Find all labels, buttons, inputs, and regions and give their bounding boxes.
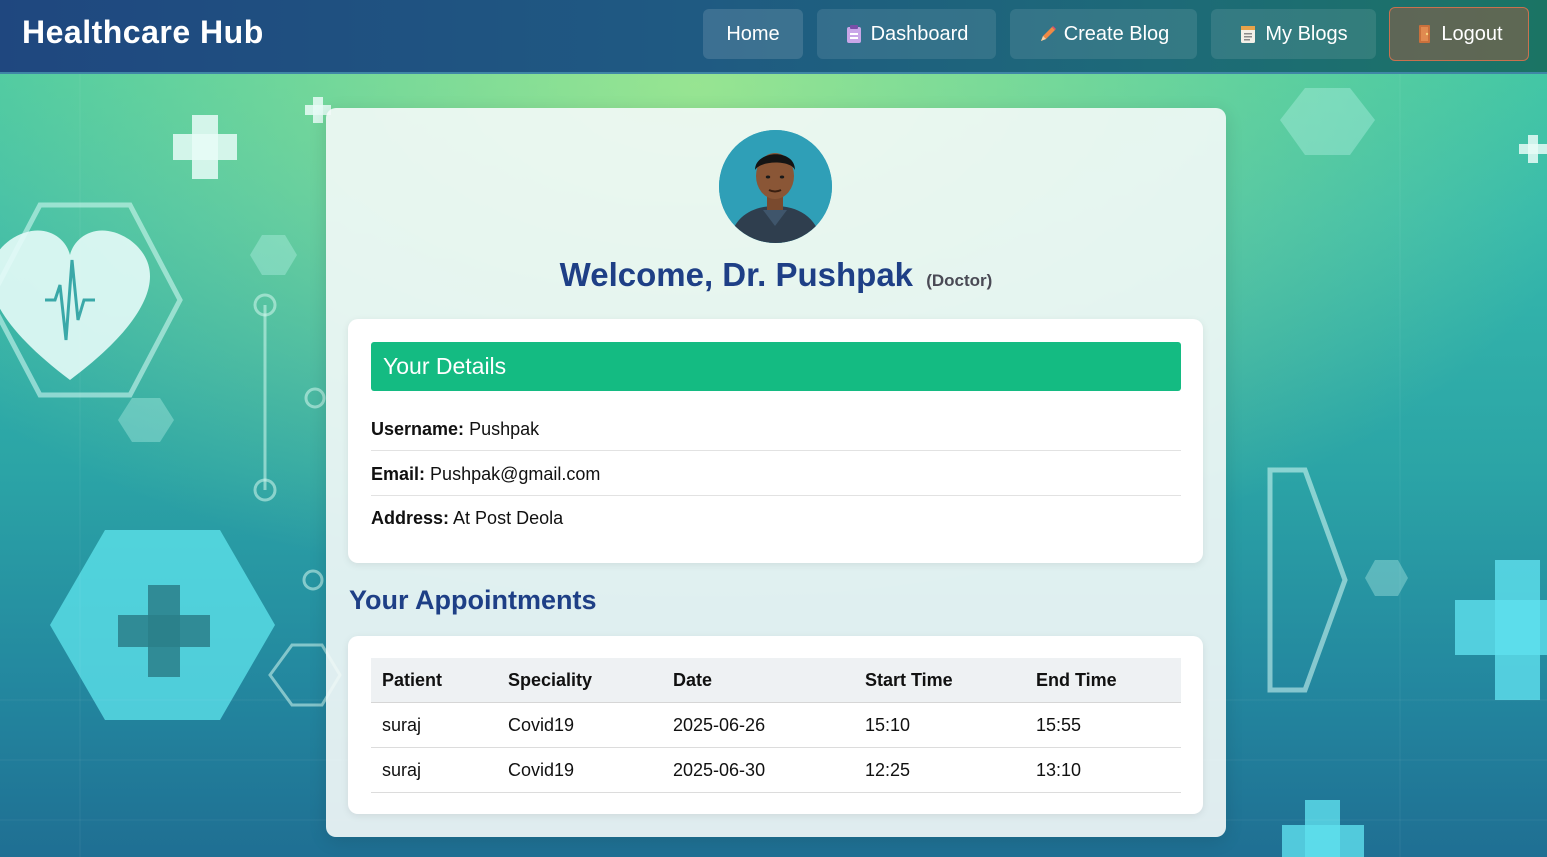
column-header: End Time — [1025, 658, 1181, 703]
table-cell: 15:55 — [1025, 702, 1181, 748]
detail-row-address: Address: At Post Deola — [371, 496, 1181, 540]
table-cell: 15:10 — [854, 702, 1025, 748]
appointments-table: Patient Speciality Date Start Time End T… — [371, 658, 1181, 793]
nav-home-label: Home — [726, 22, 780, 45]
nav-dashboard-button[interactable]: Dashboard — [817, 9, 996, 59]
logout-label: Logout — [1441, 22, 1503, 45]
detail-label: Address: — [371, 508, 450, 528]
details-panel: Your Details Username: Pushpak Email: Pu… — [348, 319, 1203, 563]
column-header: Date — [662, 658, 854, 703]
column-header: Speciality — [497, 658, 662, 703]
profile-card: Welcome, Dr. Pushpak (Doctor) Your Detai… — [326, 108, 1226, 837]
table-cell: Covid19 — [497, 747, 662, 793]
table-cell: 13:10 — [1025, 747, 1181, 793]
welcome-heading: Welcome, Dr. Pushpak (Doctor) — [326, 256, 1226, 294]
nav-my-blogs-label: My Blogs — [1265, 22, 1348, 45]
table-cell: 2025-06-30 — [662, 747, 854, 793]
nav-create-blog-button[interactable]: Create Blog — [1010, 9, 1197, 59]
clipboard-icon — [846, 25, 861, 43]
detail-row-email: Email: Pushpak@gmail.com — [371, 452, 1181, 496]
avatar — [719, 130, 832, 243]
welcome-text: Welcome, Dr. Pushpak — [559, 256, 914, 293]
table-cell: 12:25 — [854, 747, 1025, 793]
detail-label: Username: — [371, 419, 465, 439]
logout-button[interactable]: Logout — [1389, 7, 1529, 61]
brand-title[interactable]: Healthcare Hub — [22, 14, 264, 51]
navbar: Healthcare Hub Home Dashboard Create Blo… — [0, 0, 1547, 74]
column-header: Patient — [371, 658, 497, 703]
detail-value: Pushpak@gmail.com — [430, 464, 601, 484]
table-row: suraj Covid19 2025-06-26 15:10 15:55 — [371, 702, 1181, 748]
detail-value: Pushpak — [469, 419, 540, 439]
detail-label: Email: — [371, 464, 426, 484]
table-cell: suraj — [371, 702, 497, 748]
table-row: suraj Covid19 2025-06-30 12:25 13:10 — [371, 747, 1181, 793]
doctor-photo — [719, 130, 832, 243]
appointments-panel: Patient Speciality Date Start Time End T… — [348, 636, 1203, 814]
notepad-icon — [1241, 26, 1256, 43]
table-header-row: Patient Speciality Date Start Time End T… — [371, 658, 1181, 703]
table-cell: Covid19 — [497, 702, 662, 748]
column-header: Start Time — [854, 658, 1025, 703]
table-cell: 2025-06-26 — [662, 702, 854, 748]
nav-dashboard-label: Dashboard — [870, 22, 969, 45]
detail-row-username: Username: Pushpak — [371, 407, 1181, 451]
nav-home-button[interactable]: Home — [703, 9, 803, 59]
door-icon — [1419, 25, 1431, 43]
appointments-heading: Your Appointments — [349, 585, 597, 615]
table-cell: suraj — [371, 747, 497, 793]
nav-my-blogs-button[interactable]: My Blogs — [1211, 9, 1376, 59]
pencil-icon — [1040, 26, 1056, 41]
detail-value: At Post Deola — [453, 508, 564, 528]
nav-create-blog-label: Create Blog — [1063, 22, 1170, 45]
details-heading: Your Details — [371, 342, 1181, 391]
role-label: (Doctor) — [926, 271, 993, 290]
